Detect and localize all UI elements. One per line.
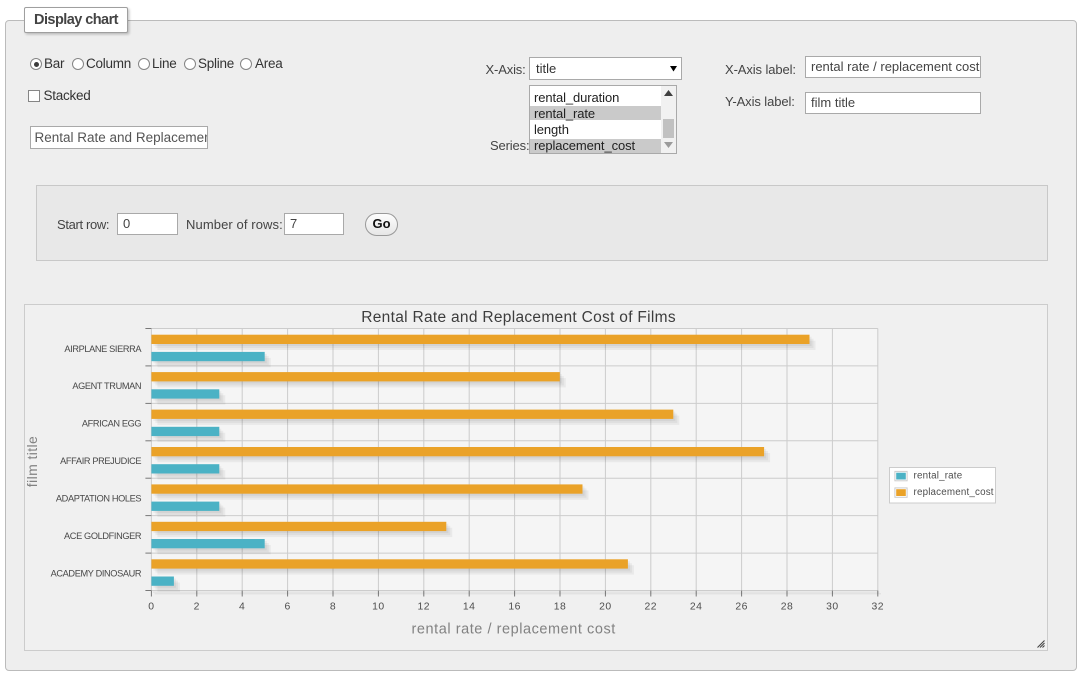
svg-text:rental rate / replacement cost: rental rate / replacement cost — [412, 622, 616, 638]
svg-text:0: 0 — [148, 602, 154, 613]
svg-text:20: 20 — [599, 602, 612, 613]
svg-text:ADAPTATION HOLES: ADAPTATION HOLES — [56, 494, 142, 504]
svg-text:Rental Rate and Replacement Co: Rental Rate and Replacement Cost of Film… — [361, 309, 676, 326]
svg-text:30: 30 — [826, 602, 839, 613]
svg-text:12: 12 — [418, 602, 431, 613]
svg-text:26: 26 — [735, 602, 748, 613]
svg-text:32: 32 — [872, 602, 885, 613]
svg-text:16: 16 — [508, 602, 521, 613]
svg-text:24: 24 — [690, 602, 703, 613]
svg-text:AFRICAN EGG: AFRICAN EGG — [82, 419, 142, 429]
svg-text:4: 4 — [239, 602, 245, 613]
svg-text:10: 10 — [372, 602, 385, 613]
svg-text:28: 28 — [781, 602, 794, 613]
svg-text:ACADEMY DINOSAUR: ACADEMY DINOSAUR — [51, 568, 142, 578]
svg-text:AFFAIR PREJUDICE: AFFAIR PREJUDICE — [60, 456, 141, 466]
svg-text:AIRPLANE SIERRA: AIRPLANE SIERRA — [64, 344, 142, 354]
svg-text:2: 2 — [194, 602, 200, 613]
svg-text:ACE GOLDFINGER: ACE GOLDFINGER — [64, 531, 142, 541]
svg-text:8: 8 — [330, 602, 336, 613]
svg-text:22: 22 — [645, 602, 658, 613]
svg-text:AGENT TRUMAN: AGENT TRUMAN — [72, 381, 141, 391]
svg-text:rental_rate: rental_rate — [914, 471, 963, 482]
svg-text:18: 18 — [554, 602, 567, 613]
svg-text:6: 6 — [284, 602, 290, 613]
svg-text:replacement_cost: replacement_cost — [914, 487, 994, 498]
svg-text:14: 14 — [463, 602, 476, 613]
svg-text:film title: film title — [25, 436, 40, 487]
